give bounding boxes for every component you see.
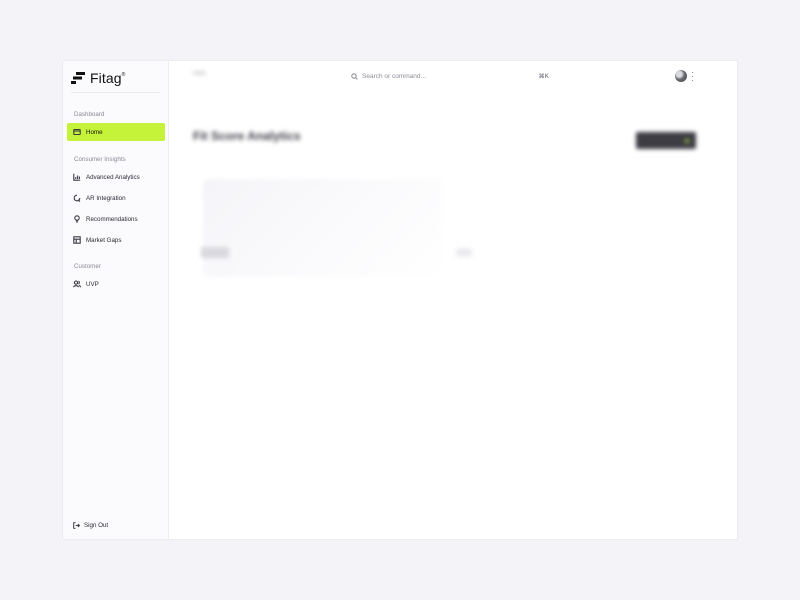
sidebar-item-label: Recommendations — [86, 215, 138, 223]
section-label-customer: Customer — [74, 263, 101, 270]
more-options-icon[interactable] — [691, 72, 694, 81]
score-badge — [456, 248, 472, 257]
sign-out-button[interactable]: Sign Out — [73, 522, 108, 529]
score-value — [201, 247, 229, 258]
search-input[interactable]: Search or command... — [362, 73, 426, 80]
lightbulb-icon — [73, 215, 81, 223]
sidebar-item-label: AR Integration — [86, 194, 126, 202]
app-window: Fitag® Dashboard Home Consumer Insights … — [62, 60, 738, 540]
bar-chart-icon — [73, 173, 81, 181]
logo-divider — [71, 92, 160, 93]
sidebar-item-home[interactable]: Home — [67, 123, 165, 141]
search-bar[interactable]: Search or command... ⌘K — [349, 70, 553, 83]
sidebar-item-label: Market Gaps — [86, 236, 122, 244]
main-content: Hom Search or command... ⌘K Fit Score An… — [169, 61, 737, 539]
sidebar-item-advanced-analytics[interactable]: Advanced Analytics — [67, 168, 165, 186]
sidebar-item-label: Advanced Analytics — [86, 173, 140, 181]
page-title: Fit Score Analytics — [193, 129, 301, 143]
sidebar-item-label: Home — [86, 128, 103, 136]
sign-out-label: Sign Out — [84, 522, 109, 529]
analytics-card — [203, 179, 443, 277]
section-label-consumer-insights: Consumer Insights — [74, 156, 126, 163]
grid-icon — [73, 236, 81, 244]
sidebar: Fitag® Dashboard Home Consumer Insights … — [63, 61, 169, 539]
breadcrumb[interactable]: Hom — [193, 71, 206, 77]
sidebar-item-recommendations[interactable]: Recommendations — [67, 210, 165, 228]
section-label-dashboard: Dashboard — [74, 111, 105, 118]
sidebar-item-market-gaps[interactable]: Market Gaps — [67, 231, 165, 249]
brand-name: Fitag® — [90, 70, 126, 86]
sidebar-item-ar-integration[interactable]: AR Integration — [67, 189, 165, 207]
ar-icon — [73, 194, 81, 202]
home-icon — [73, 128, 81, 136]
avatar[interactable] — [675, 70, 687, 82]
sidebar-item-label: UVP — [86, 280, 99, 288]
sign-out-icon — [73, 522, 80, 529]
search-shortcut: ⌘K — [538, 74, 549, 80]
search-icon — [351, 73, 358, 80]
sidebar-item-uvp[interactable]: UVP — [67, 275, 165, 293]
users-icon — [73, 280, 81, 288]
fitag-logo-icon — [71, 72, 85, 84]
brand-logo[interactable]: Fitag® — [71, 70, 125, 86]
action-button-indicator — [685, 138, 689, 143]
action-button[interactable] — [636, 132, 696, 149]
